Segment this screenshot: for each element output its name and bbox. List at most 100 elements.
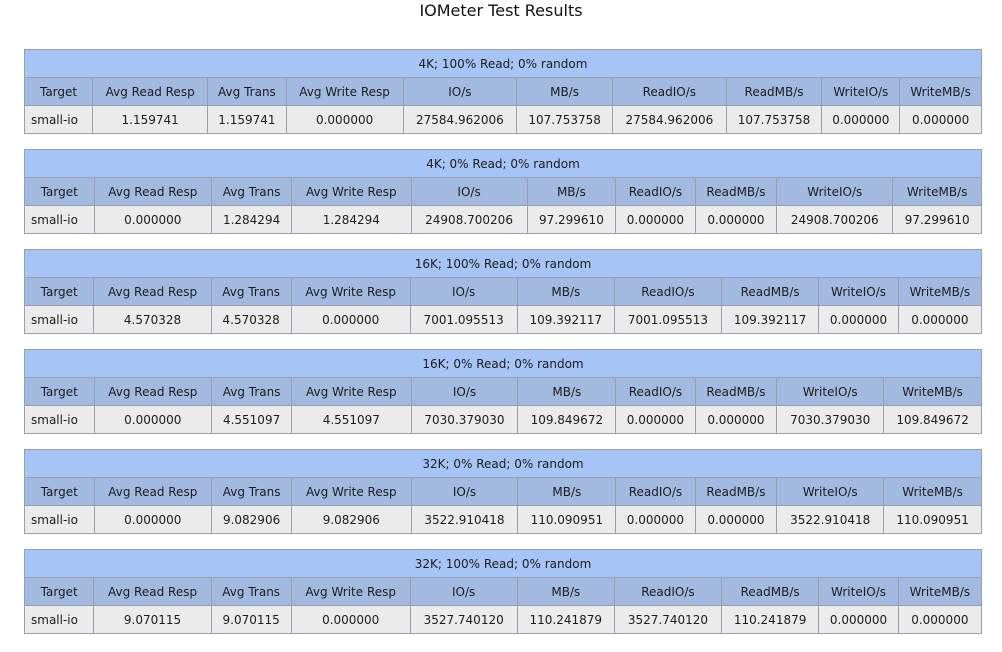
value-cell: 97.299610 bbox=[892, 205, 982, 234]
value-cell: 4.551097 bbox=[291, 405, 412, 434]
value-cell: 110.241879 bbox=[516, 605, 616, 634]
column-header: MB/s bbox=[516, 577, 616, 606]
value-cell: 110.090951 bbox=[883, 505, 982, 534]
target-cell: small-io bbox=[24, 505, 95, 534]
table-row: small-io 4.570328 4.570328 0.000000 7001.095… bbox=[23, 305, 983, 334]
column-header: Avg Write Resp bbox=[290, 577, 411, 606]
column-header: IO/s bbox=[409, 577, 518, 606]
value-cell: 4.570328 bbox=[210, 305, 292, 334]
column-header: Avg Trans bbox=[211, 477, 293, 506]
column-header: Target bbox=[24, 377, 95, 406]
table-row: small-io 0.000000 1.284294 1.284294 24908.70… bbox=[24, 205, 982, 234]
column-header: ReadMB/s bbox=[720, 277, 820, 306]
column-header: Avg Trans bbox=[210, 577, 292, 606]
value-cell: 0.000000 bbox=[818, 605, 899, 634]
column-header: Target bbox=[24, 177, 95, 206]
column-header: Avg Write Resp bbox=[291, 377, 412, 406]
value-cell: 0.000000 bbox=[93, 405, 213, 434]
value-cell: 110.090951 bbox=[517, 505, 617, 534]
column-header: Avg Read Resp bbox=[93, 477, 213, 506]
value-cell: 1.284294 bbox=[211, 205, 293, 234]
page-title: IOMeter Test Results bbox=[419, 1, 583, 20]
column-header: MB/s bbox=[526, 177, 617, 206]
column-header: ReadMB/s bbox=[720, 577, 820, 606]
value-cell: 4.570328 bbox=[93, 305, 212, 334]
column-header: ReadIO/s bbox=[615, 477, 696, 506]
column-header: IO/s bbox=[410, 477, 519, 506]
column-header: Avg Trans bbox=[211, 377, 293, 406]
value-cell: 0.000000 bbox=[897, 305, 983, 334]
value-cell: 9.070115 bbox=[210, 605, 292, 634]
value-cell: 0.000000 bbox=[615, 205, 696, 234]
column-header: ReadIO/s bbox=[615, 177, 696, 206]
column-header: WriteMB/s bbox=[883, 377, 982, 406]
column-header: ReadIO/s bbox=[615, 377, 696, 406]
results-table: 16K; 0% Read; 0% random Target Avg Read Re… bbox=[24, 349, 982, 434]
value-cell: 7001.095513 bbox=[614, 305, 722, 334]
column-header: WriteIO/s bbox=[818, 577, 899, 606]
value-cell: 0.000000 bbox=[694, 505, 778, 534]
column-header: Avg Read Resp bbox=[93, 577, 212, 606]
target-cell: small-io bbox=[24, 205, 95, 234]
results-table: 32K; 0% Read; 0% random Target Avg Read Re… bbox=[24, 449, 982, 534]
column-header: Avg Write Resp bbox=[291, 177, 412, 206]
column-header: WriteMB/s bbox=[892, 177, 982, 206]
column-header: MB/s bbox=[517, 377, 617, 406]
value-cell: 107.753758 bbox=[725, 105, 823, 134]
column-header: WriteIO/s bbox=[776, 177, 894, 206]
column-header: WriteIO/s bbox=[776, 377, 885, 406]
value-cell: 7001.095513 bbox=[409, 305, 518, 334]
column-header: WriteMB/s bbox=[899, 77, 982, 106]
value-cell: 9.082906 bbox=[211, 505, 293, 534]
column-header: Avg Trans bbox=[210, 277, 292, 306]
table-row: small-io 0.000000 4.551097 4.551097 7030.379… bbox=[24, 405, 982, 434]
column-header: Avg Write Resp bbox=[291, 477, 412, 506]
value-cell: 1.284294 bbox=[291, 205, 412, 234]
column-header: ReadMB/s bbox=[725, 77, 823, 106]
value-cell: 0.000000 bbox=[290, 305, 411, 334]
value-cell: 3527.740120 bbox=[614, 605, 722, 634]
value-cell: 0.000000 bbox=[615, 505, 696, 534]
value-cell: 3527.740120 bbox=[409, 605, 518, 634]
target-cell: small-io bbox=[23, 605, 95, 634]
value-cell: 1.159741 bbox=[92, 105, 209, 134]
value-cell: 0.000000 bbox=[285, 105, 404, 134]
column-header: Target bbox=[23, 277, 95, 306]
table-caption: 16K; 100% Read; 0% random bbox=[24, 249, 982, 278]
column-header: WriteMB/s bbox=[883, 477, 982, 506]
value-cell: 24908.700206 bbox=[410, 205, 528, 234]
value-cell: 7030.379030 bbox=[776, 405, 885, 434]
target-cell: small-io bbox=[23, 105, 94, 134]
results-table: 4K; 0% Read; 0% random Target Avg Read Res… bbox=[24, 149, 982, 234]
results-table: 32K; 100% Read; 0% random Target Avg Read … bbox=[23, 549, 983, 634]
value-cell: 97.299610 bbox=[526, 205, 617, 234]
column-header: Target bbox=[24, 477, 95, 506]
table-caption: 32K; 0% Read; 0% random bbox=[24, 449, 982, 478]
column-header: ReadIO/s bbox=[614, 277, 722, 306]
column-header: Avg Read Resp bbox=[92, 77, 209, 106]
column-header: Avg Trans bbox=[211, 177, 293, 206]
value-cell: 0.000000 bbox=[821, 105, 901, 134]
value-cell: 0.000000 bbox=[818, 305, 899, 334]
value-cell: 24908.700206 bbox=[776, 205, 894, 234]
value-cell: 4.551097 bbox=[211, 405, 293, 434]
value-cell: 1.159741 bbox=[207, 105, 287, 134]
column-header: WriteIO/s bbox=[818, 277, 899, 306]
value-cell: 109.392117 bbox=[516, 305, 616, 334]
column-header: Avg Read Resp bbox=[93, 377, 213, 406]
value-cell: 7030.379030 bbox=[410, 405, 519, 434]
value-cell: 0.000000 bbox=[694, 405, 778, 434]
table-caption: 4K; 100% Read; 0% random bbox=[24, 49, 982, 78]
column-header: WriteIO/s bbox=[821, 77, 901, 106]
value-cell: 3522.910418 bbox=[410, 505, 519, 534]
column-header: IO/s bbox=[402, 77, 518, 106]
value-cell: 110.241879 bbox=[720, 605, 820, 634]
value-cell: 3522.910418 bbox=[776, 505, 885, 534]
target-cell: small-io bbox=[24, 405, 95, 434]
column-header: Avg Write Resp bbox=[285, 77, 404, 106]
value-cell: 0.000000 bbox=[615, 405, 696, 434]
column-header: WriteMB/s bbox=[897, 277, 983, 306]
column-header: Avg Read Resp bbox=[93, 277, 212, 306]
table-row: small-io 1.159741 1.159741 0.000000 27584.96… bbox=[23, 105, 982, 134]
value-cell: 0.000000 bbox=[694, 205, 778, 234]
